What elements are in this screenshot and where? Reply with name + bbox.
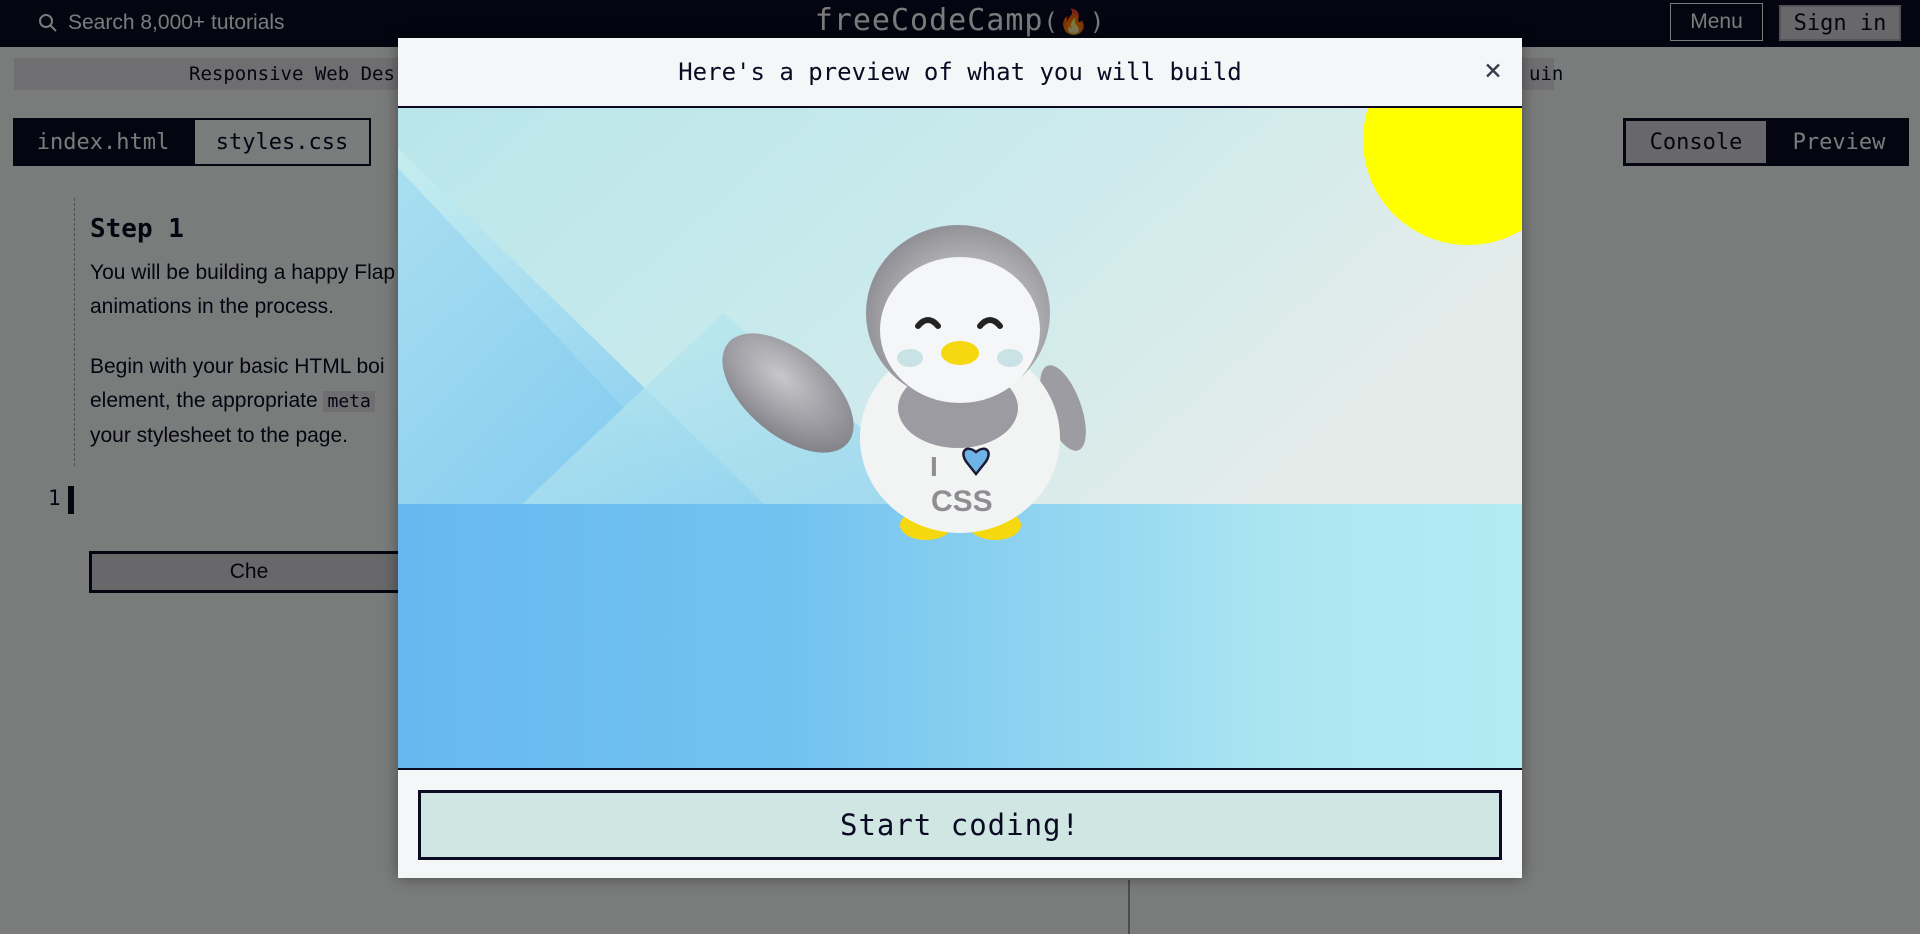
start-coding-button[interactable]: Start coding! [418,790,1502,860]
penguin-shirt-css: CSS [931,485,993,518]
penguin-scene: I CSS [398,108,1522,768]
modal-footer: Start coding! [398,768,1522,878]
penguin-shirt-i: I [930,451,938,482]
preview-modal: Here's a preview of what you will build … [398,38,1522,878]
modal-header: Here's a preview of what you will build … [398,38,1522,108]
close-icon[interactable]: × [1478,56,1508,86]
modal-title: Here's a preview of what you will build [678,58,1242,86]
penguin-preview-image: I CSS [398,108,1522,768]
